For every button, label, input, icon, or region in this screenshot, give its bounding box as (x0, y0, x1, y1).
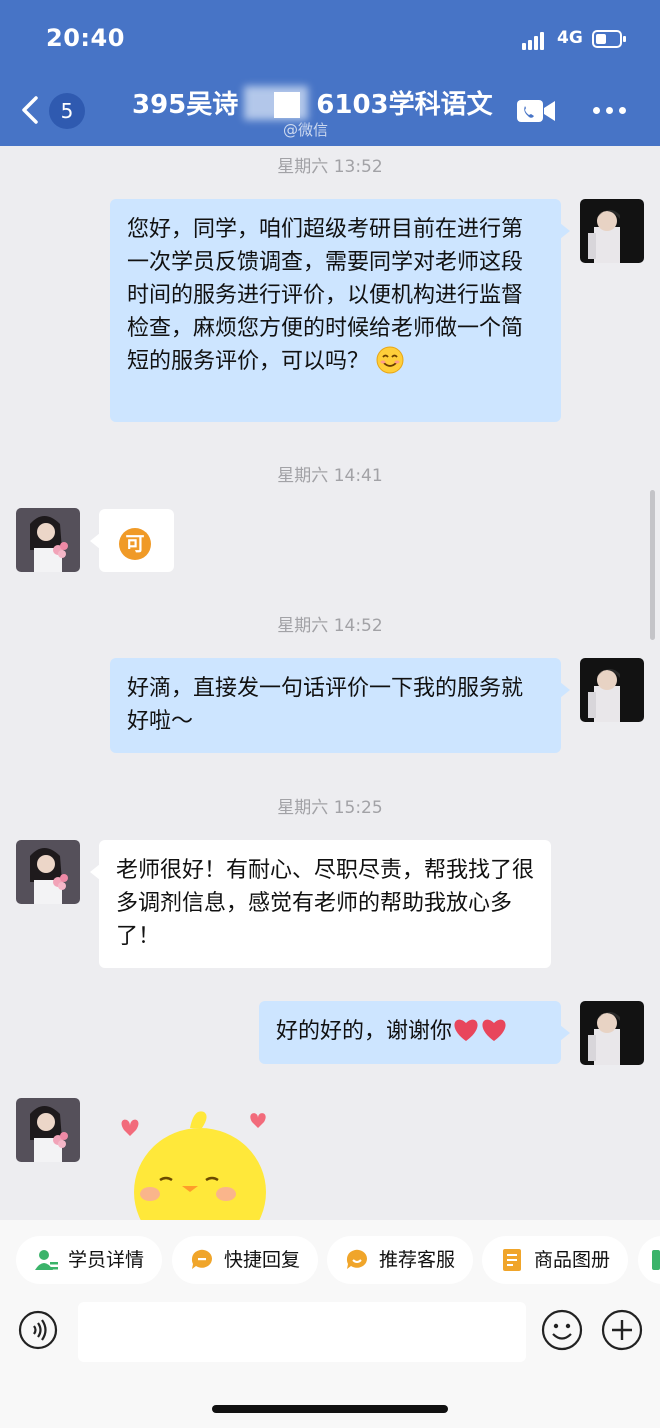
chip-overflow[interactable] (638, 1236, 660, 1284)
emoji-picker-icon[interactable] (541, 1309, 583, 1351)
person-icon (35, 1250, 58, 1270)
my-avatar[interactable] (580, 199, 644, 263)
message-bubble-sent[interactable]: 好的好的，谢谢你 (259, 1001, 570, 1064)
more-options-icon[interactable] (591, 103, 629, 119)
unread-badge[interactable]: 5 (49, 93, 85, 129)
heart-icon (482, 1019, 506, 1041)
smiling-face-icon (376, 346, 404, 374)
chip-quick-reply[interactable]: 快捷回复 (172, 1236, 319, 1284)
contact-avatar[interactable] (16, 508, 80, 572)
scrollbar[interactable] (650, 490, 655, 640)
message-input[interactable] (78, 1302, 526, 1362)
avatar-photo (580, 1001, 644, 1065)
chat-header: 20:40 4G 5 395吴诗 6103学科语文 @微信 (0, 0, 660, 146)
chat-title: 395吴诗 6103学科语文 (132, 90, 493, 120)
chip-recommend-service[interactable]: 推荐客服 (327, 1236, 474, 1284)
message-bubble-received[interactable]: 老师很好！有耐心、尽职尽责，帮我找了很多调剂信息，感觉有老师的帮助我放心多了！ (90, 840, 551, 968)
service-icon (346, 1249, 367, 1269)
home-indicator (212, 1405, 448, 1413)
network-label: 4G (557, 28, 583, 48)
avatar-photo (580, 199, 644, 263)
timestamp: 星期六 14:52 (277, 616, 383, 636)
timestamp: 星期六 13:52 (277, 157, 383, 177)
message-text: 好滴，直接发一句话评价一下我的服务就好啦～ (127, 676, 524, 734)
signal-icon (522, 32, 548, 50)
timestamp: 星期六 15:25 (277, 798, 383, 818)
input-row (0, 1296, 660, 1376)
chip-product-catalog[interactable]: 商品图册 (482, 1236, 629, 1284)
timestamp: 星期六 14:41 (277, 466, 383, 486)
message-bubble-received[interactable]: 可 (90, 509, 174, 572)
avatar-photo (16, 840, 80, 904)
chip-label: 快捷回复 (224, 1249, 301, 1271)
green-icon (652, 1250, 660, 1270)
document-icon (503, 1249, 521, 1271)
plus-icon[interactable] (601, 1309, 643, 1351)
chip-label: 商品图册 (534, 1249, 611, 1271)
avatar-photo (580, 658, 644, 722)
avatar-photo (16, 1098, 80, 1162)
my-avatar[interactable] (580, 1001, 644, 1065)
message-bubble-sent[interactable]: 好滴，直接发一句话评价一下我的服务就好啦～ (110, 658, 570, 753)
message-text: 您好，同学，咱们超级考研目前在进行第一次学员反馈调查，需要同学对老师这段时间的服… (127, 217, 524, 374)
status-time: 20:40 (46, 24, 125, 52)
my-avatar[interactable] (580, 658, 644, 722)
chip-label: 推荐客服 (379, 1249, 456, 1271)
redaction-box (274, 92, 300, 118)
battery-level (596, 34, 606, 44)
voice-input-icon[interactable] (18, 1310, 58, 1350)
chat-bubble-icon (191, 1249, 212, 1269)
chip-label: 学员详情 (68, 1249, 145, 1271)
chip-student-details[interactable]: 学员详情 (16, 1236, 163, 1284)
avatar-photo (16, 508, 80, 572)
battery-icon (592, 30, 626, 48)
chat-subtitle: @微信 (283, 121, 329, 139)
contact-avatar[interactable] (16, 1098, 80, 1162)
chick-sticker-icon[interactable] (110, 1100, 280, 1220)
ke-emoji-icon: 可 (119, 528, 151, 560)
contact-avatar[interactable] (16, 840, 80, 904)
message-text: 好的好的，谢谢你 (276, 1019, 453, 1044)
back-arrow-icon[interactable] (14, 92, 50, 128)
heart-icon (454, 1019, 478, 1041)
message-text: 老师很好！有耐心、尽职尽责，帮我找了很多调剂信息，感觉有老师的帮助我放心多了！ (116, 858, 535, 949)
message-bubble-sent[interactable]: 您好，同学，咱们超级考研目前在进行第一次学员反馈调查，需要同学对老师这段时间的服… (110, 199, 570, 422)
video-call-icon[interactable] (516, 97, 556, 125)
